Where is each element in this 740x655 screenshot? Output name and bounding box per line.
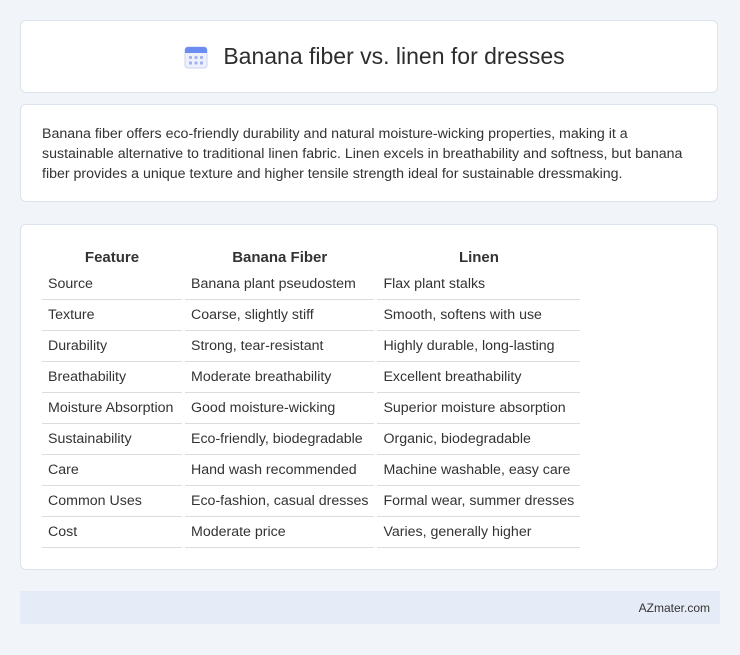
table-cell: Machine washable, easy care: [377, 455, 581, 486]
table-cell: Cost: [42, 517, 182, 548]
header-card: Banana fiber vs. linen for dresses: [20, 20, 718, 93]
table-cell: Durability: [42, 331, 182, 362]
table-cell: Source: [42, 269, 182, 300]
column-header-linen: Linen: [458, 249, 499, 266]
table-cell: Texture: [42, 300, 182, 331]
table-row: Moisture Absorption Good moisture-wickin…: [42, 393, 581, 424]
column-header-feature: Feature: [84, 249, 140, 266]
table-cell: Smooth, softens with use: [377, 300, 581, 331]
table-cell: Care: [42, 455, 182, 486]
table-cell: Eco-fashion, casual dresses: [185, 486, 375, 517]
table-row: Cost Moderate price Varies, generally hi…: [42, 517, 581, 548]
table-cell: Varies, generally higher: [377, 517, 581, 548]
comparison-table: Feature Banana Fiber Linen Source Banana…: [39, 245, 583, 548]
table-cell: Eco-friendly, biodegradable: [185, 424, 375, 455]
table-row: Source Banana plant pseudostem Flax plan…: [42, 269, 581, 300]
table-row: Sustainability Eco-friendly, biodegradab…: [42, 424, 581, 455]
calendar-icon: [184, 46, 208, 68]
table-row: Texture Coarse, slightly stiff Smooth, s…: [42, 300, 581, 331]
footer-bar: AZmater.com: [20, 591, 720, 624]
table-cell: Formal wear, summer dresses: [377, 486, 581, 517]
title-wrap: Banana fiber vs. linen for dresses: [183, 43, 565, 70]
table-cell: Organic, biodegradable: [377, 424, 581, 455]
table-cell: Excellent breathability: [377, 362, 581, 393]
summary-text: Banana fiber offers eco-friendly durabil…: [42, 126, 683, 182]
table-header-row: Feature Banana Fiber Linen: [42, 245, 580, 269]
table-cell: Coarse, slightly stiff: [185, 300, 375, 331]
table-cell: Breathability: [42, 362, 182, 393]
table-cell: Flax plant stalks: [377, 269, 581, 300]
table-cell: Highly durable, long-lasting: [377, 331, 581, 362]
footer-site-name: AZmater.com: [638, 600, 710, 615]
table-row: Common Uses Eco-fashion, casual dresses …: [42, 486, 581, 517]
table-cell: Banana plant pseudostem: [185, 269, 375, 300]
table-cell: Strong, tear-resistant: [185, 331, 375, 362]
table-cell: Sustainability: [42, 424, 182, 455]
page-title: Banana fiber vs. linen for dresses: [223, 43, 565, 69]
column-header-banana-fiber: Banana Fiber: [232, 249, 328, 266]
table-row: Breathability Moderate breathability Exc…: [42, 362, 581, 393]
table-cell: Moderate breathability: [185, 362, 375, 393]
table-row: Care Hand wash recommended Machine washa…: [42, 455, 581, 486]
table-row: Durability Strong, tear-resistant Highly…: [42, 331, 581, 362]
table-cell: Moisture Absorption: [42, 393, 182, 424]
table-cell: Common Uses: [42, 486, 182, 517]
table-cell: Moderate price: [185, 517, 375, 548]
summary-card: Banana fiber offers eco-friendly durabil…: [20, 104, 718, 202]
table-card: Feature Banana Fiber Linen Source Banana…: [20, 224, 718, 570]
table-cell: Superior moisture absorption: [377, 393, 581, 424]
table-cell: Good moisture-wicking: [185, 393, 375, 424]
table-cell: Hand wash recommended: [185, 455, 375, 486]
